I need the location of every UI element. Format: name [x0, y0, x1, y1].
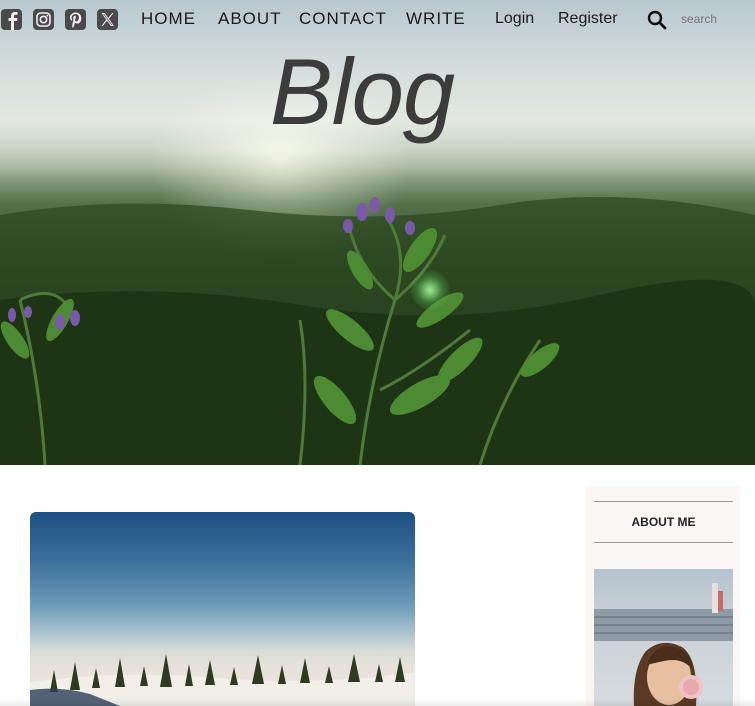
top-navigation: HOME ABOUT CONTACT WRITE Login Register [0, 0, 755, 40]
sidebar-about-header: ABOUT ME [594, 501, 733, 543]
pinterest-icon[interactable] [64, 8, 87, 31]
register-link[interactable]: Register [558, 10, 618, 28]
about-me-photo-scene [594, 583, 733, 706]
search-input[interactable] [681, 12, 741, 26]
nav-home-link[interactable]: HOME [141, 9, 196, 29]
post-thumbnail[interactable] [30, 512, 415, 706]
nav-contact-link[interactable]: CONTACT [299, 9, 387, 29]
sidebar-about-title: ABOUT ME [631, 515, 696, 529]
login-link[interactable]: Login [495, 10, 534, 28]
hero-title: Blog [270, 39, 455, 144]
about-me-photo [594, 569, 733, 706]
sidebar: ABOUT ME [586, 486, 740, 706]
nav-write-link[interactable]: WRITE [406, 9, 466, 29]
nav-about-link[interactable]: ABOUT [218, 9, 282, 29]
search-icon[interactable] [647, 10, 667, 30]
x-twitter-icon[interactable] [96, 8, 119, 31]
instagram-icon[interactable] [32, 8, 55, 31]
post-thumbnail-scene [30, 654, 415, 706]
facebook-icon[interactable] [0, 8, 23, 31]
